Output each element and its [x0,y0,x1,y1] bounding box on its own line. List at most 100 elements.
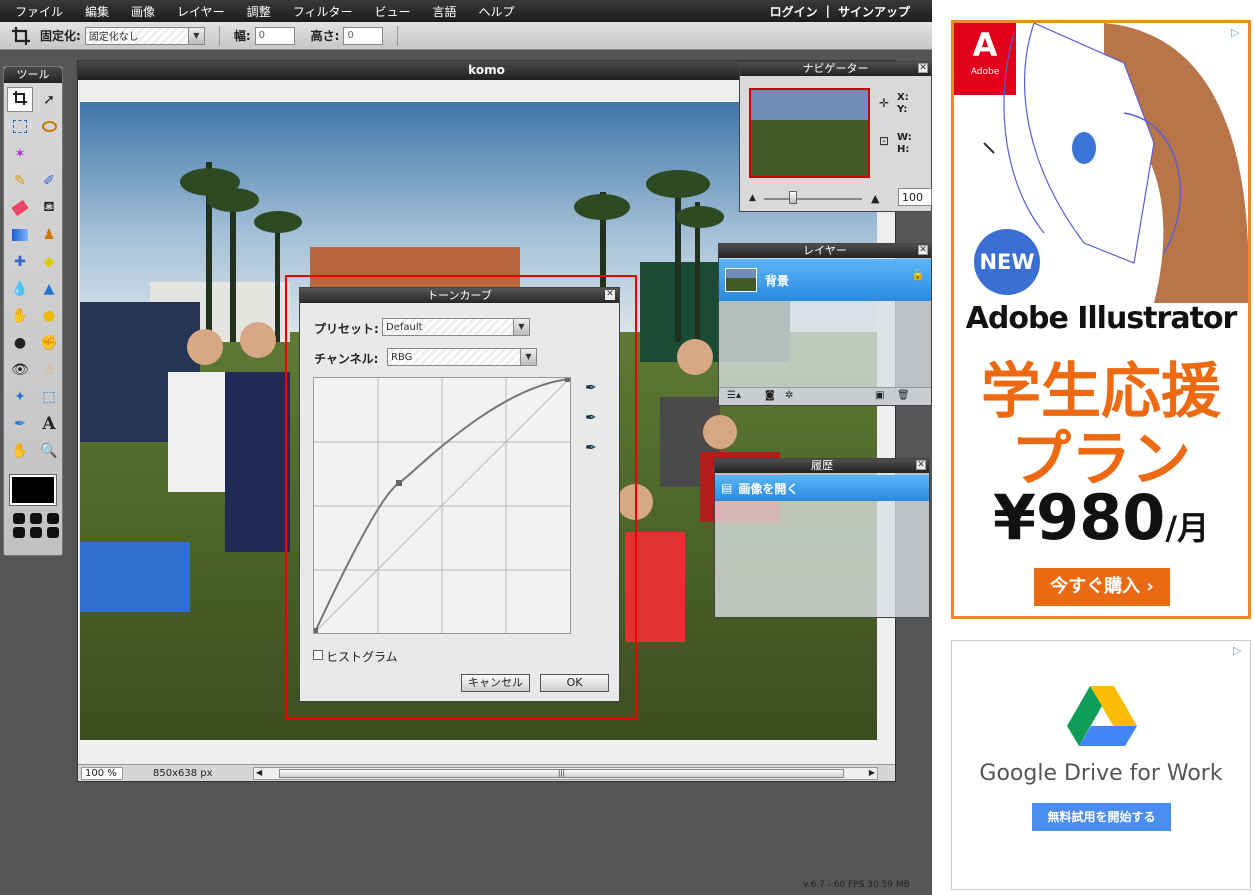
picker-tool[interactable]: ✒ [7,411,33,436]
new-layer-icon[interactable]: ▣ [875,390,884,401]
layer-thumbnail [725,268,757,292]
mini-swatch[interactable] [47,527,59,538]
shape-tool[interactable]: ◆ [36,249,62,274]
menu-adjust[interactable]: 調整 [236,3,282,20]
history-item[interactable]: ▤ 画像を開く [715,475,929,501]
chevron-down-icon: ▼ [513,319,529,335]
scroll-left-icon[interactable]: ◀ [256,768,262,777]
channel-select[interactable]: RBG ▼ [387,348,537,366]
menu-view[interactable]: ビュー [363,3,421,20]
crop-tool[interactable] [7,87,33,112]
burn-tool[interactable]: ● [7,330,33,355]
cancel-button[interactable]: キャンセル [461,674,530,692]
buy-now-label: 今すぐ購入 [1050,576,1141,597]
pinch-tool[interactable]: ✦ [7,384,33,409]
bloat-tool[interactable]: ☝ [36,357,62,382]
layer-options-icon[interactable]: ☰▴ [727,390,741,401]
hand-tool[interactable]: ✋ [7,438,33,463]
curve-point[interactable] [396,480,402,486]
black-point-eyedropper-icon[interactable]: ✒ [585,440,597,456]
width-input[interactable]: 0 [254,26,295,45]
horizontal-scrollbar[interactable]: ◀ ||| ▶ [253,767,878,780]
bucket-tool[interactable]: ⛾ [36,195,62,220]
histogram-checkbox[interactable] [313,650,323,660]
magnifier-icon: 🔍 [40,442,58,459]
login-link[interactable]: ログイン [770,3,818,20]
google-drive-logo-icon [1067,686,1137,746]
eraser-tool[interactable] [7,195,33,220]
color-swatch[interactable] [9,474,57,506]
mini-swatch[interactable] [13,513,25,524]
trash-icon[interactable]: 🗑 [897,390,910,401]
curve-point[interactable] [312,628,318,634]
layer-row[interactable]: 背景 🔒 [719,259,931,301]
menu-image[interactable]: 画像 [120,3,166,20]
gradient-tool[interactable] [7,222,33,247]
google-drive-ad[interactable]: ▷ Google Drive for Work 無料試用を開始する [951,640,1251,890]
layer-style-icon[interactable]: ✲ [785,390,793,401]
close-icon[interactable]: ✕ [916,460,926,470]
stamp-tool[interactable]: ♟ [36,222,62,247]
marquee-tool[interactable] [7,114,33,139]
pencil-tool[interactable]: ✎ [7,168,33,193]
menu-file[interactable]: ファイル [4,3,74,20]
height-input[interactable]: 0 [343,26,384,45]
brush-tool[interactable]: ✐ [36,168,62,193]
adobe-ad[interactable]: ▷ A Adobe NEW Adobe Illustrator 学生応援 プラン… [951,20,1251,619]
sharpen-tool[interactable]: ▲ [36,276,62,301]
menu-language[interactable]: 言語 [421,3,467,20]
fix-select[interactable]: 固定化なし ▼ [84,26,205,45]
menu-edit[interactable]: 編集 [74,3,120,20]
lasso-tool[interactable] [36,114,62,139]
mini-swatch[interactable] [47,513,59,524]
zoom-out-icon[interactable]: ▲ [749,193,756,203]
white-point-eyedropper-icon[interactable]: ✒ [585,380,597,396]
close-icon[interactable]: ✕ [918,63,928,73]
drop-icon: 💧 [11,280,29,297]
brush-icon: ✐ [43,172,55,189]
scroll-right-icon[interactable]: ▶ [869,768,875,777]
smudge-tool[interactable]: ✋ [7,303,33,328]
menu-filter[interactable]: フィルター [282,3,364,20]
scroll-thumb[interactable]: ||| [279,769,844,778]
mini-swatch[interactable] [13,527,25,538]
move-tool[interactable]: ➚ [36,87,62,112]
zoom-slider-track[interactable] [764,198,862,200]
heal-tool[interactable]: ✚ [7,249,33,274]
navigator-thumbnail[interactable] [749,88,870,178]
navigator-zoom-input[interactable]: 100 [898,188,932,206]
menu-help[interactable]: ヘルプ [468,3,526,20]
tools-title: ツール [4,67,62,83]
wand-tool[interactable]: ✶ [7,141,33,166]
preset-select[interactable]: Default ▼ [382,318,530,336]
start-trial-button[interactable]: 無料試用を開始する [1032,803,1171,831]
redeye-tool[interactable]: 👁 [7,357,33,382]
zoom-in-icon[interactable]: ▲ [871,192,879,205]
mini-swatch[interactable] [30,527,42,538]
zoom-slider-handle[interactable] [789,191,797,204]
curve-point[interactable] [565,376,571,382]
buy-now-button[interactable]: 今すぐ購入 › [1034,568,1170,606]
ad-choices-icon[interactable]: ▷ [1233,644,1247,658]
mini-swatch[interactable] [30,513,42,524]
blur-tool[interactable]: 💧 [7,276,33,301]
nav-w-label: W: [897,132,912,143]
signup-link[interactable]: サインアップ [838,3,910,20]
close-icon[interactable]: ✕ [605,290,615,300]
options-bar: 固定化: 固定化なし ▼ 幅: 0 高さ: 0 [0,22,932,50]
menu-layer[interactable]: レイヤー [166,3,236,20]
transform-tool[interactable]: ⬚ [36,384,62,409]
close-icon[interactable]: ✕ [918,245,928,255]
move-arrow-icon: ➚ [43,91,55,108]
gray-point-eyedropper-icon[interactable]: ✒ [585,410,597,426]
text-tool[interactable]: A [36,411,62,436]
zoom-tool[interactable]: 🔍 [36,438,62,463]
sponge-tool[interactable]: ● [36,303,62,328]
dodge-tool[interactable]: ✊ [36,330,62,355]
zoom-field[interactable]: 100 % [81,766,123,780]
empty-slot [36,141,62,166]
layer-mask-icon[interactable]: ◙ [765,390,775,401]
chevron-right-icon: › [1146,576,1154,597]
curve-graph[interactable] [312,376,571,634]
ok-button[interactable]: OK [540,674,609,692]
